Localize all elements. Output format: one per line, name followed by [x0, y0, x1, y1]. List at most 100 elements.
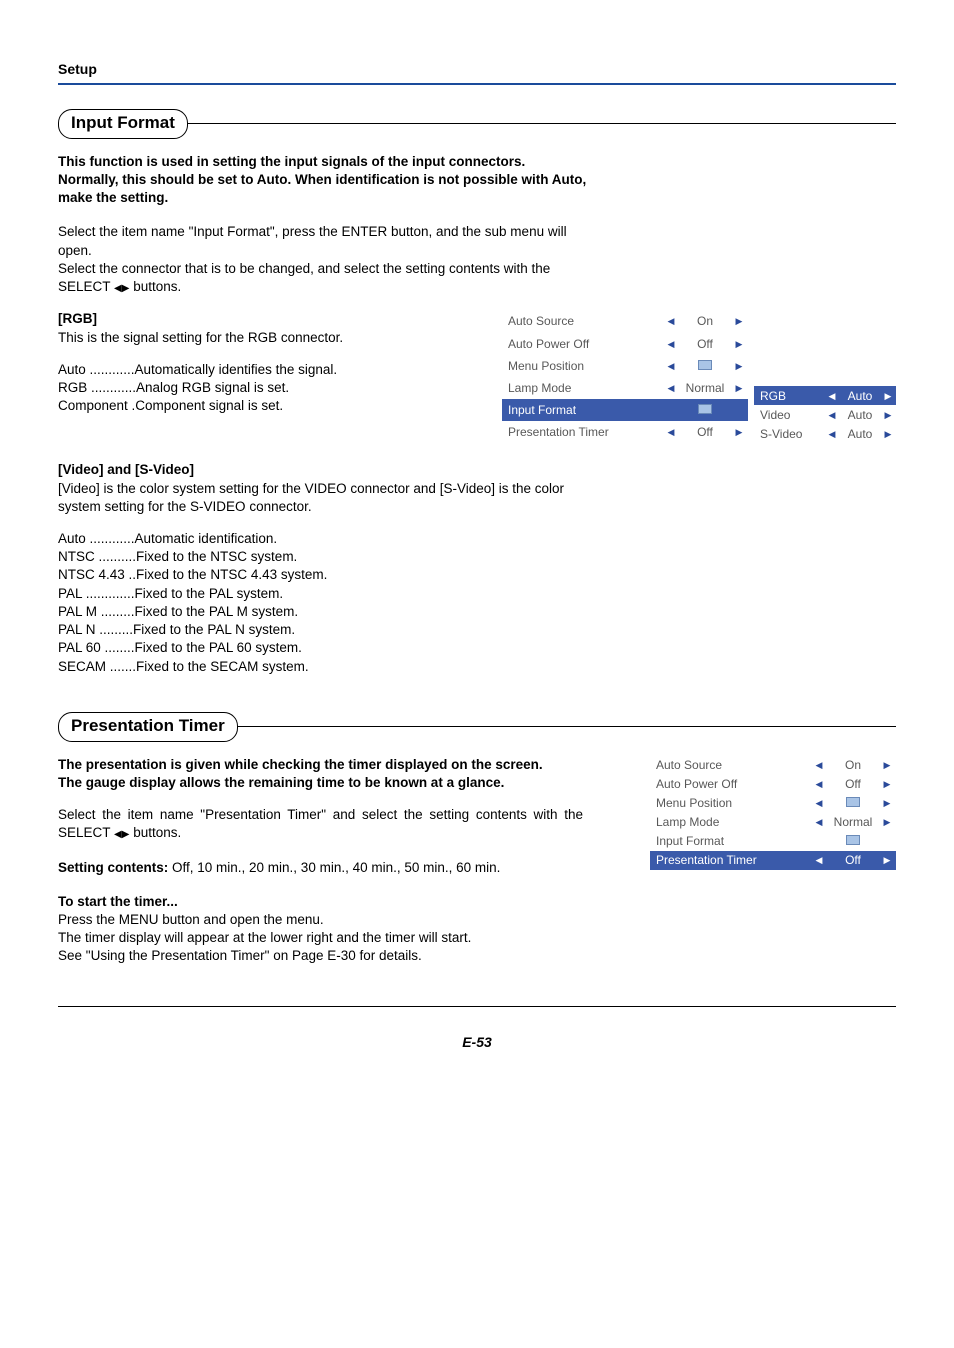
rgb-def-list: Auto ............ Automatically identifi…: [58, 361, 398, 416]
def-text: Fixed to the NTSC system.: [136, 548, 297, 566]
def-item: PAL M ......... Fixed to the PAL M syste…: [58, 603, 598, 621]
left-arrow-icon: ◀: [824, 405, 840, 424]
submenu-row: S-Video◀Auto▶: [754, 424, 896, 443]
setup-menu-sub: RGB◀Auto▶Video◀Auto▶S-Video◀Auto▶: [754, 310, 896, 443]
right-arrow-icon: ▶: [878, 813, 896, 832]
left-arrow-icon: ◀: [810, 813, 828, 832]
menu-row: Presentation Timer◀Off▶: [502, 421, 748, 443]
start-timer-heading: To start the timer...: [58, 893, 598, 911]
def-text: Fixed to the PAL M system.: [135, 603, 299, 621]
menu-row: Auto Power Off◀Off▶: [650, 775, 896, 794]
section-title-presentation-timer: Presentation Timer: [58, 712, 238, 742]
right-arrow-icon: ▶: [878, 851, 896, 870]
def-text: Fixed to the PAL N system.: [133, 621, 295, 639]
menu-row: Menu Position◀▶: [502, 355, 748, 377]
video-desc: [Video] is the color system setting for …: [58, 480, 598, 516]
def-label: Component .: [58, 397, 135, 415]
right-arrow-icon: ▶: [880, 424, 896, 443]
def-text: Component signal is set.: [135, 397, 283, 415]
presentation-timer-menu-col: Auto Source◀On▶Auto Power Off◀Off▶Menu P…: [616, 756, 896, 870]
right-arrow-icon: ▶: [878, 794, 896, 813]
setting-contents-values: Off, 10 min., 20 min., 30 min., 40 min.,…: [168, 860, 500, 875]
submenu-value: Auto: [840, 386, 880, 405]
section-presentation-timer-title-row: Presentation Timer: [58, 712, 896, 742]
def-text: Fixed to the PAL system.: [135, 585, 284, 603]
menu-item-label: Auto Power Off: [502, 333, 662, 355]
menu-row: Auto Source◀On▶: [502, 310, 748, 332]
pt-intro-2: The gauge display allows the remaining t…: [58, 774, 583, 792]
def-item: NTSC .......... Fixed to the NTSC system…: [58, 548, 598, 566]
menu-item-label: Menu Position: [650, 794, 810, 813]
menu-row: Auto Power Off◀Off▶: [502, 333, 748, 355]
menu-item-value: On: [680, 310, 730, 332]
video-heading: [Video] and [S-Video]: [58, 461, 598, 479]
menu-item-label: Presentation Timer: [502, 421, 662, 443]
def-label: NTSC ..........: [58, 548, 136, 566]
left-arrow-icon: ◀: [810, 851, 828, 870]
menu-item-label: Input Format: [502, 399, 662, 421]
menu-item-value: [828, 832, 878, 851]
right-arrow-icon: ▶: [730, 377, 748, 399]
def-label: SECAM .......: [58, 658, 136, 676]
menu-row: Lamp Mode◀Normal▶: [650, 813, 896, 832]
def-label: PAL M .........: [58, 603, 135, 621]
section-title-rule: [187, 123, 896, 124]
setup-header: Setup: [58, 60, 896, 85]
left-arrow-icon: [810, 832, 828, 851]
setup-menu-main: Auto Source◀On▶Auto Power Off◀Off▶Menu P…: [502, 310, 748, 443]
input-format-menu-cluster: Auto Source◀On▶Auto Power Off◀Off▶Menu P…: [502, 310, 896, 443]
def-item: PAL N ......... Fixed to the PAL N syste…: [58, 621, 598, 639]
def-item: PAL ............. Fixed to the PAL syste…: [58, 585, 598, 603]
menu-item-value: Normal: [828, 813, 878, 832]
input-format-instruction-2: Select the connector that is to be chang…: [58, 260, 598, 296]
menu-item-label: Auto Power Off: [650, 775, 810, 794]
menu-item-value: [828, 794, 878, 813]
left-arrow-icon: ◀: [662, 310, 680, 332]
def-label: Auto ............: [58, 530, 135, 548]
submenu-label: Video: [754, 405, 824, 424]
start-timer-l3: See "Using the Presentation Timer" on Pa…: [58, 947, 598, 965]
section-title-input-format: Input Format: [58, 109, 188, 139]
setting-contents-label: Setting contents:: [58, 860, 168, 875]
submenu-label: RGB: [754, 386, 824, 405]
menu-item-value: On: [828, 756, 878, 775]
left-arrow-icon: ◀: [810, 794, 828, 813]
menu-item-label: Presentation Timer: [650, 851, 810, 870]
page-number: E-53: [58, 1033, 896, 1052]
submenu-row: RGB◀Auto▶: [754, 386, 896, 405]
select-arrows-icon-2: ◀▶: [114, 824, 129, 842]
menu-item-label: Auto Source: [650, 756, 810, 775]
def-text: Automatically identifies the signal.: [135, 361, 338, 379]
def-label: RGB ............: [58, 379, 136, 397]
def-text: Fixed to the NTSC 4.43 system.: [136, 566, 327, 584]
section-title-rule-2: [237, 726, 896, 727]
intro-line-1: This function is used in setting the inp…: [58, 153, 598, 171]
menu-item-value: Off: [828, 775, 878, 794]
def-item: Auto ............ Automatically identifi…: [58, 361, 398, 379]
inst2-suffix: buttons.: [129, 279, 181, 294]
right-arrow-icon: [878, 832, 896, 851]
def-label: PAL 60 ........: [58, 639, 135, 657]
right-arrow-icon: ▶: [730, 355, 748, 377]
menu-row: Input Format: [650, 832, 896, 851]
def-item: PAL 60 ........ Fixed to the PAL 60 syst…: [58, 639, 598, 657]
menu-row: Presentation Timer◀Off▶: [650, 851, 896, 870]
input-format-instruction-1: Select the item name "Input Format", pre…: [58, 223, 598, 259]
left-arrow-icon: ◀: [810, 756, 828, 775]
section-input-format-title-row: Input Format: [58, 109, 896, 139]
def-item: SECAM ....... Fixed to the SECAM system.: [58, 658, 598, 676]
left-arrow-icon: ◀: [824, 424, 840, 443]
pt-intro-1: The presentation is given while checking…: [58, 756, 583, 774]
left-arrow-icon: ◀: [662, 333, 680, 355]
pt-inst-1: Select the item name "Presentation Timer…: [58, 806, 583, 842]
video-def-list: Auto ............ Automatic identificati…: [58, 530, 598, 676]
menu-item-label: Menu Position: [502, 355, 662, 377]
menu-value-icon: [698, 404, 712, 414]
submenu-value: Auto: [840, 405, 880, 424]
start-timer-l1: Press the MENU button and open the menu.: [58, 911, 598, 929]
left-arrow-icon: ◀: [662, 377, 680, 399]
menu-item-value: [680, 355, 730, 377]
menu-item-label: Auto Source: [502, 310, 662, 332]
menu-row: Lamp Mode◀Normal▶: [502, 377, 748, 399]
def-text: Fixed to the PAL 60 system.: [135, 639, 302, 657]
